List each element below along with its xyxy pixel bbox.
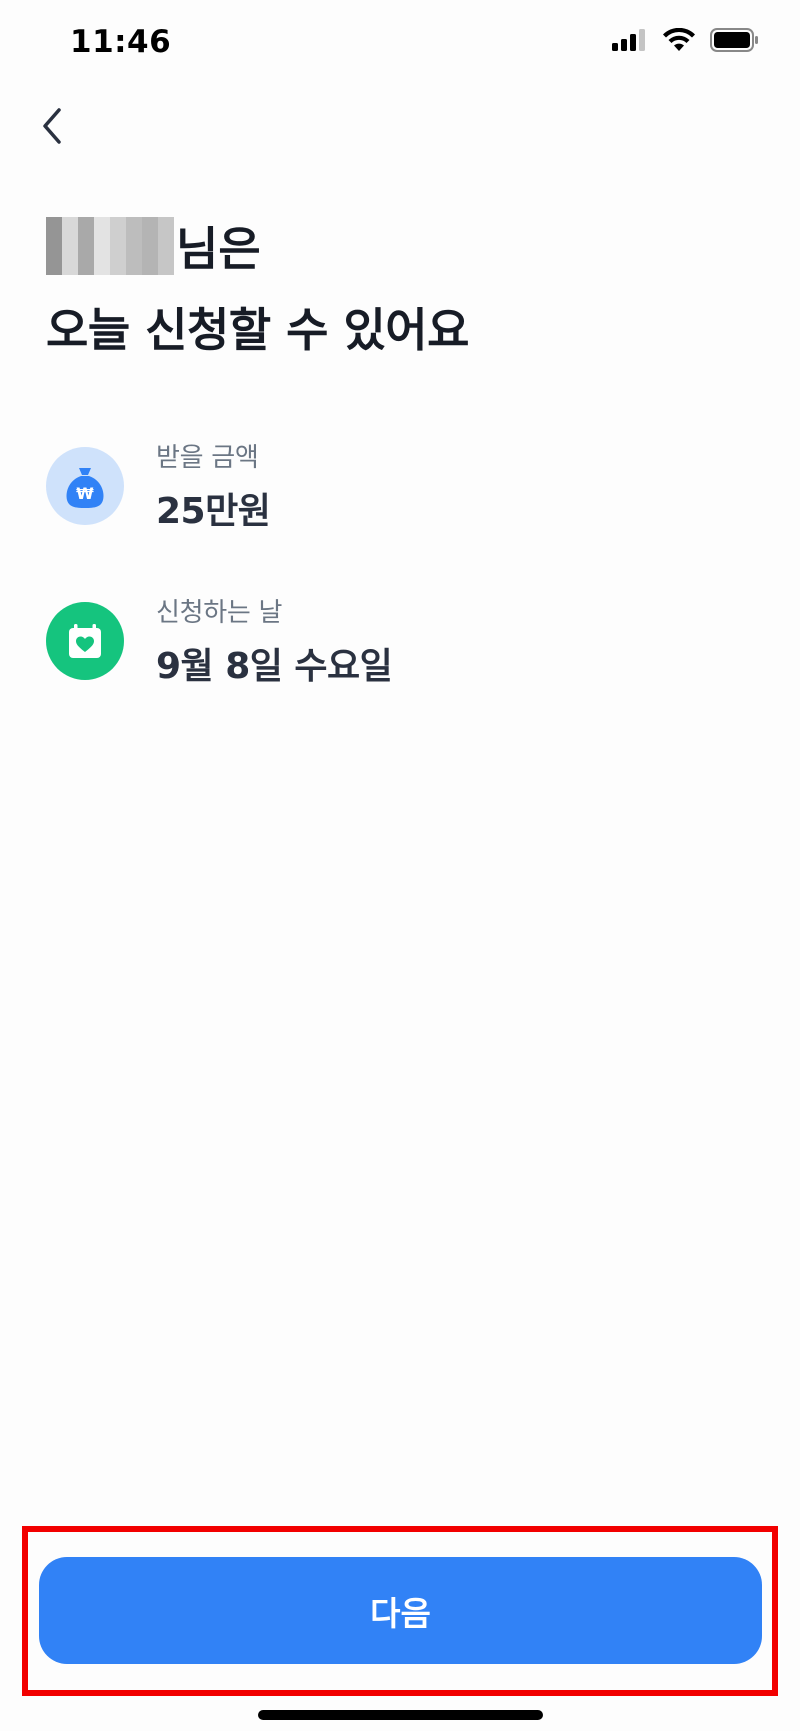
blur-pixel [126,231,142,246]
date-row: 신청하는 날 9월 8일 수요일 [46,592,393,689]
chevron-left-icon [43,108,61,144]
blur-pixel [126,260,142,275]
blur-pixel [46,260,62,275]
blur-pixel [62,217,78,232]
date-value: 9월 8일 수요일 [156,646,393,687]
blur-pixel [46,246,62,261]
blur-pixel [142,231,158,246]
blur-pixel [46,217,62,232]
blur-pixel [94,260,110,275]
heading-name-suffix: 님은 [176,222,261,276]
heading-line-1: 님은 [46,216,469,276]
home-indicator[interactable] [258,1710,543,1720]
blur-pixel [78,260,94,275]
svg-text:₩: ₩ [76,484,94,503]
blur-pixel [62,260,78,275]
blur-pixel [94,217,110,232]
status-time: 11:46 [70,24,172,60]
battery-icon [710,28,758,52]
blur-pixel [126,246,142,261]
amount-row: ₩ 받을 금액 25만원 [46,437,271,534]
blur-pixel [110,217,126,232]
blur-pixel [110,246,126,261]
next-button[interactable]: 다음 [39,1557,762,1664]
page-heading: 님은 오늘 신청할 수 있어요 [46,216,469,360]
blur-pixel [62,246,78,261]
blur-pixel [142,217,158,232]
blur-pixel [62,231,78,246]
blur-pixel [158,260,174,275]
back-button[interactable] [32,96,92,156]
date-text: 신청하는 날 9월 8일 수요일 [156,592,393,689]
user-name-blurred [46,217,174,275]
amount-value: 25만원 [156,491,271,532]
money-bag-won-icon: ₩ [46,446,124,525]
screen: 11:46 님은 오늘 신청할 수 있어요 ₩ 받을 금액 25만원 신청하는 … [0,0,800,1731]
blur-pixel [110,231,126,246]
amount-label: 받을 금액 [156,443,259,473]
blur-pixel [78,217,94,232]
blur-pixel [110,260,126,275]
blur-pixel [158,231,174,246]
status-icons [612,28,760,52]
blur-pixel [142,260,158,275]
blur-pixel [94,246,110,261]
heading-line-2: 오늘 신청할 수 있어요 [46,303,469,357]
blur-pixel [158,217,174,232]
blur-pixel [78,231,94,246]
blur-pixel [126,217,142,232]
amount-text: 받을 금액 25만원 [156,437,271,534]
cellular-signal-icon [612,29,645,51]
calendar-heart-icon [46,601,124,680]
blur-pixel [46,231,62,246]
date-label: 신청하는 날 [156,598,283,628]
blur-pixel [142,246,158,261]
blur-pixel [94,231,110,246]
blur-pixel [158,246,174,261]
status-bar: 11:46 [0,0,800,90]
wifi-icon [663,28,695,51]
blur-pixel [78,246,94,261]
